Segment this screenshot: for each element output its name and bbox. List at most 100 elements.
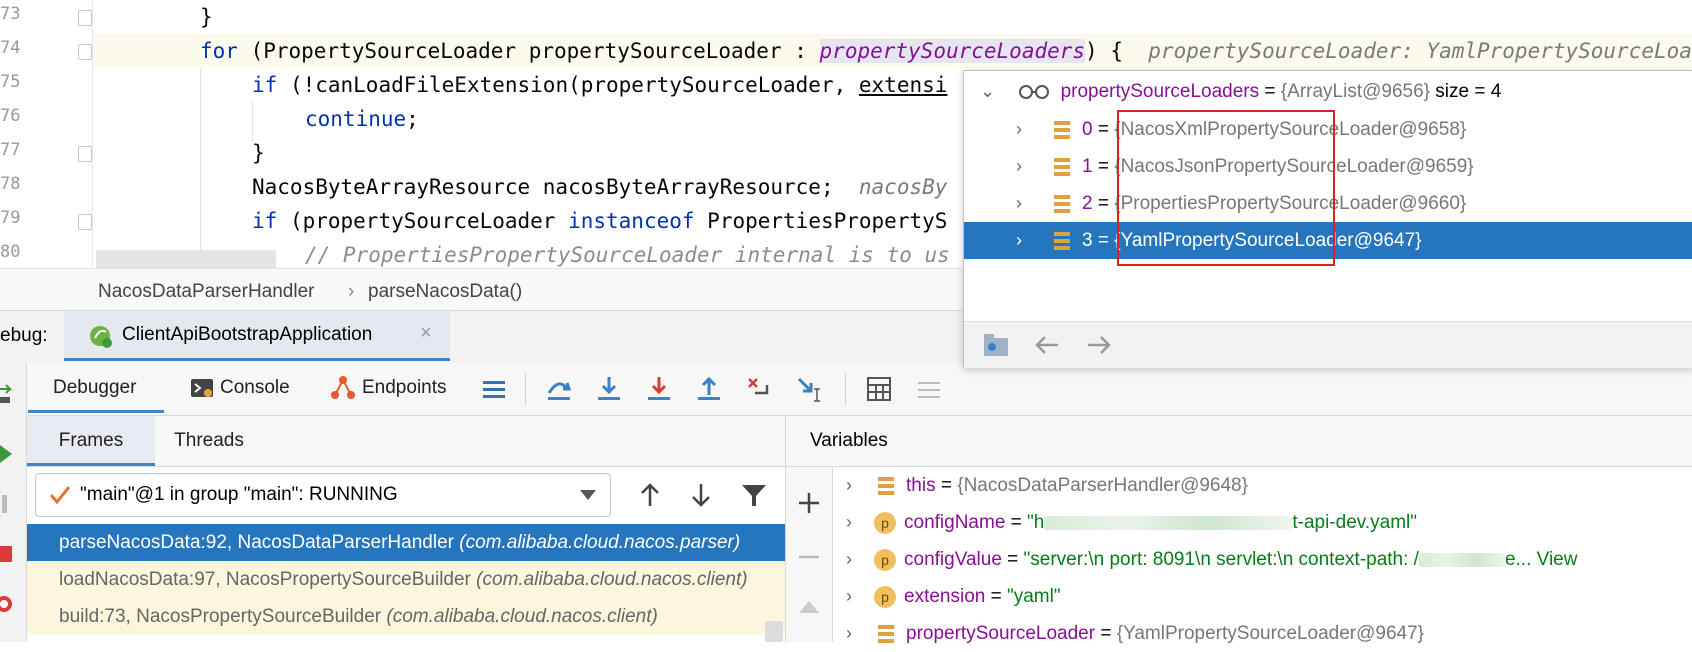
- code-text: PropertiesPropertyS: [694, 209, 948, 233]
- keyword: continue: [305, 107, 407, 131]
- evaluate-expression-icon[interactable]: [865, 375, 893, 403]
- chevron-right-icon[interactable]: ›: [846, 541, 866, 578]
- variable-value: {YamlPropertySourceLoader@9647}: [1116, 623, 1425, 644]
- code-line-79: if (propertySourceLoader instanceof Prop…: [252, 204, 947, 238]
- back-arrow-icon[interactable]: [1034, 334, 1060, 356]
- thread-selector[interactable]: "main"@1 in group "main": RUNNING: [35, 473, 611, 517]
- code-text: }: [200, 5, 213, 29]
- force-step-into-icon[interactable]: [645, 375, 673, 403]
- item-index: 2: [1082, 193, 1093, 214]
- frame-row[interactable]: loadNacosData:97, NacosPropertySourceBui…: [27, 561, 785, 598]
- variable-row[interactable]: › p configName = "h t-api-dev.yaml": [832, 504, 1692, 541]
- breadcrumb-method[interactable]: parseNacosData(): [368, 281, 522, 303]
- show-in-watches-icon[interactable]: [982, 332, 1010, 358]
- code-line-73: }: [200, 0, 213, 34]
- tab-endpoints[interactable]: Endpoints: [330, 363, 447, 413]
- scrollbar[interactable]: [765, 621, 783, 642]
- chevron-right-icon[interactable]: ›: [846, 615, 866, 652]
- variable-name: extension: [904, 586, 986, 607]
- variable-row[interactable]: › p configValue = "server:\n port: 8091\n …: [832, 541, 1692, 578]
- code-line-75: if (!canLoadFileExtension(propertySource…: [252, 68, 947, 102]
- field-icon: [1054, 194, 1070, 213]
- chevron-right-icon[interactable]: ›: [846, 578, 866, 615]
- pause-icon[interactable]: [0, 493, 14, 515]
- chevron-down-icon: [580, 490, 596, 500]
- variable-value: {NacosDataParserHandler@9648}: [957, 475, 1248, 496]
- editor-scroll-shadow: [96, 250, 276, 268]
- redacted-text: [1044, 515, 1293, 530]
- variable-value: "h: [1027, 512, 1045, 533]
- arrow-up-icon[interactable]: [639, 482, 661, 508]
- filter-icon[interactable]: [741, 482, 767, 508]
- run-to-cursor-icon[interactable]: [795, 375, 823, 403]
- variable-eq: =: [1092, 230, 1115, 251]
- tab-label: Endpoints: [362, 377, 447, 398]
- fold-marker-icon[interactable]: [78, 146, 92, 162]
- frame-method: parseNacosData:92, NacosDataParserHandle…: [59, 532, 460, 553]
- variable-eq: =: [1259, 81, 1281, 102]
- variable-value: "yaml": [1007, 586, 1061, 607]
- popup-footer: [964, 321, 1692, 368]
- chevron-right-icon[interactable]: ›: [1016, 185, 1036, 222]
- tab-debugger[interactable]: Debugger: [28, 363, 164, 413]
- debug-config-tab[interactable]: ClientApiBootstrapApplication ×: [64, 311, 450, 361]
- chevron-right-icon[interactable]: ›: [846, 504, 866, 541]
- field-reference[interactable]: propertySourceLoaders: [819, 39, 1086, 63]
- variable-name: propertySourceLoaders: [1060, 81, 1260, 102]
- drop-frame-icon[interactable]: [745, 375, 773, 403]
- chevron-down-icon[interactable]: ⌄: [980, 73, 1000, 110]
- line-number: 73: [0, 4, 21, 24]
- inline-debug-value: nacosBy: [858, 175, 948, 199]
- frames-panel: Frames Threads "main"@1 in group "main":…: [27, 416, 786, 642]
- chevron-right-icon[interactable]: ›: [1016, 222, 1036, 259]
- close-icon[interactable]: ×: [420, 322, 432, 345]
- console-icon: [191, 378, 213, 397]
- remove-watch-icon[interactable]: [797, 545, 821, 569]
- frame-row[interactable]: build:73, NacosPropertySourceBuilder (co…: [27, 598, 785, 635]
- step-into-icon[interactable]: [595, 375, 623, 403]
- stop-icon[interactable]: [0, 543, 14, 565]
- arrow-down-icon[interactable]: [690, 482, 712, 508]
- variable-row[interactable]: › propertySourceLoader = {YamlPropertySou…: [832, 615, 1692, 652]
- frame-package: (com.alibaba.cloud.nacos.client): [386, 606, 658, 627]
- variable-name: configValue: [904, 549, 1002, 570]
- tab-threads[interactable]: Threads: [154, 416, 264, 466]
- rerun-icon[interactable]: [0, 383, 14, 405]
- chevron-right-icon[interactable]: ›: [1016, 148, 1036, 185]
- popup-root-row[interactable]: ⌄ propertySourceLoaders = {ArrayList@965…: [964, 73, 1692, 110]
- fold-marker-icon[interactable]: [78, 214, 92, 230]
- inline-debug-value: propertySourceLoader: YamlPropertySource…: [1148, 39, 1692, 63]
- fold-marker-icon[interactable]: [78, 44, 92, 60]
- forward-arrow-icon[interactable]: [1086, 334, 1112, 356]
- step-over-icon[interactable]: [545, 375, 573, 403]
- frame-row-selected[interactable]: parseNacosData:92, NacosDataParserHandle…: [27, 524, 785, 561]
- move-up-icon[interactable]: [797, 595, 821, 619]
- breadcrumb-class[interactable]: NacosDataParserHandler: [98, 281, 315, 303]
- collection-size: size = 4: [1435, 81, 1502, 102]
- fold-marker-icon[interactable]: [78, 10, 92, 26]
- tab-console[interactable]: Console: [190, 363, 290, 413]
- variable-value: "server:\n port: 8091\n servlet:\n conte…: [1023, 549, 1419, 570]
- tab-frames[interactable]: Frames: [27, 416, 155, 466]
- variable-eq: =: [1005, 512, 1028, 533]
- thread-selector-value: "main"@1 in group "main": RUNNING: [80, 484, 398, 505]
- variable-row[interactable]: › p extension = "yaml": [832, 578, 1692, 615]
- resume-icon[interactable]: [0, 443, 14, 465]
- debug-config-name: ClientApiBootstrapApplication: [122, 324, 373, 345]
- checkmark-icon: [49, 486, 71, 505]
- trace-icon[interactable]: [915, 375, 943, 403]
- code-line-74: for (PropertySourceLoader propertySource…: [200, 34, 1692, 68]
- line-number: 75: [0, 72, 21, 92]
- chevron-right-icon[interactable]: ›: [1016, 111, 1036, 148]
- chevron-right-icon[interactable]: ›: [846, 467, 866, 504]
- step-out-icon[interactable]: [695, 375, 723, 403]
- variable-row[interactable]: › this = {NacosDataParserHandler@9648}: [832, 467, 1692, 504]
- variable-eq: =: [1092, 119, 1115, 140]
- debug-label: ebug:: [0, 325, 48, 346]
- variables-toolbar: [786, 467, 833, 642]
- menu-icon[interactable]: [480, 375, 508, 403]
- variable-name: propertySourceLoader: [906, 623, 1096, 644]
- field-icon: [878, 624, 894, 643]
- view-breakpoints-icon[interactable]: [0, 593, 14, 615]
- add-watch-icon[interactable]: [797, 491, 821, 515]
